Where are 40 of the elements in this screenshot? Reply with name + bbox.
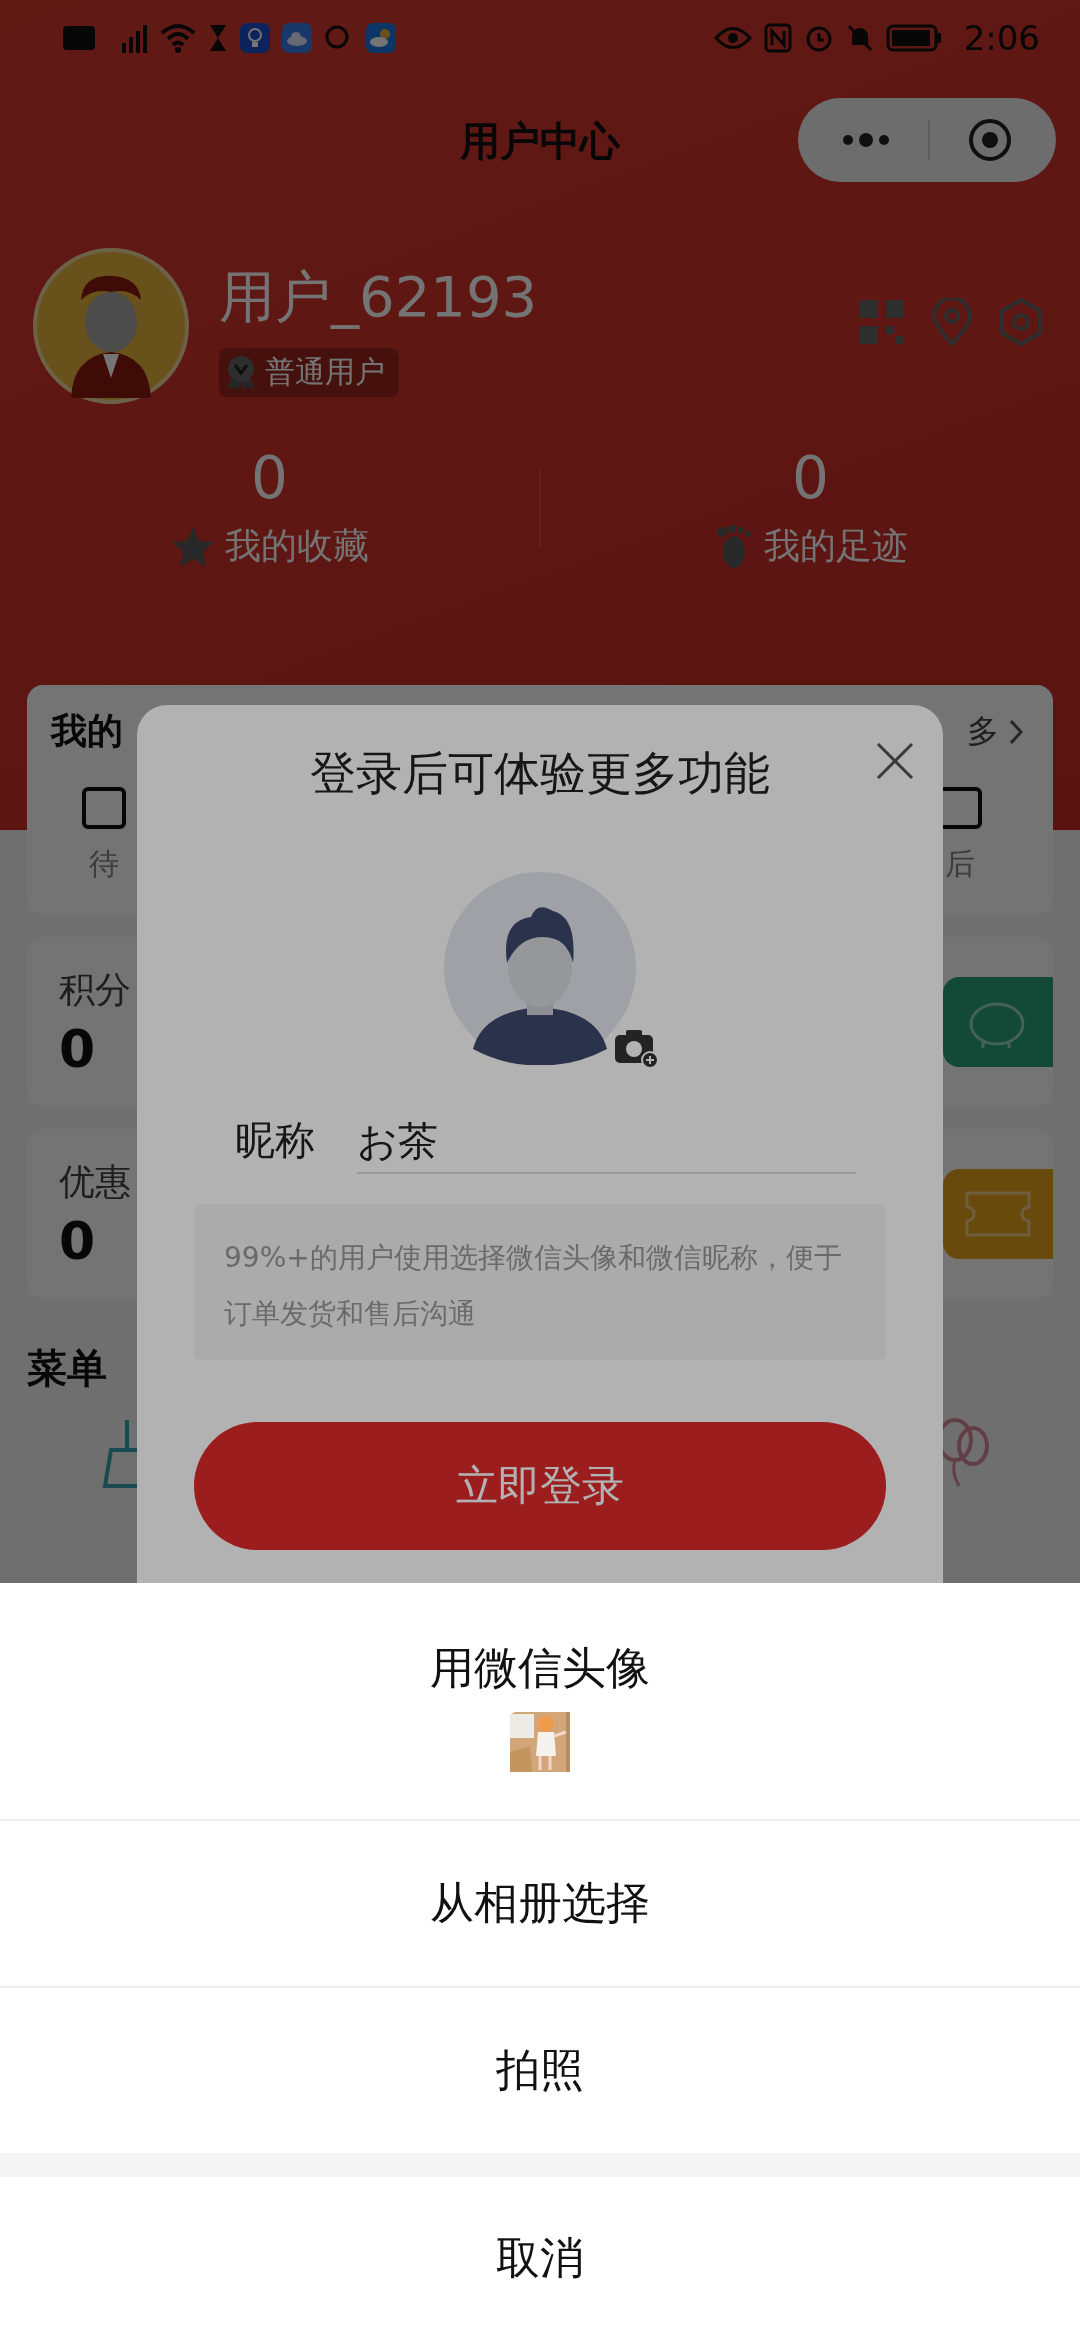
coupon-tile[interactable] [943, 1169, 1053, 1259]
stat-count[interactable]: 0 [251, 444, 288, 512]
wifi-icon [160, 23, 196, 53]
nfc-icon [763, 23, 792, 53]
status-time: 2:06 [963, 18, 1040, 58]
close-target-icon[interactable] [967, 117, 1014, 163]
chevron-right-icon[interactable] [1009, 718, 1023, 745]
section-title: 菜单 [27, 1344, 107, 1393]
nickname-field[interactable]: お茶 [357, 1118, 856, 1174]
more-link[interactable]: 多 [967, 709, 999, 754]
weather-app-icon [366, 23, 396, 53]
medal-icon [225, 354, 257, 391]
stat-count[interactable]: 0 [792, 444, 829, 512]
asset-value: 0 [59, 1018, 97, 1079]
ticket-icon [963, 1189, 1033, 1239]
more-icon[interactable] [840, 133, 891, 147]
dialog-title: 登录后可体验更多功能 [310, 745, 770, 802]
asset-value: 0 [59, 1210, 97, 1271]
hourglass-icon [208, 23, 228, 53]
close-icon[interactable] [875, 741, 915, 781]
page-title: 用户中心 [460, 116, 620, 166]
stat-label[interactable]: 我的足迹 [763, 522, 908, 571]
stat-label[interactable]: 我的收藏 [224, 522, 369, 571]
order-status-icon[interactable] [81, 786, 127, 830]
username: 用户_62193 [219, 263, 539, 331]
default-avatar-drawing[interactable] [443, 871, 637, 1065]
nickname-label: 昵称 [235, 1116, 315, 1165]
avatar-drawing[interactable] [33, 248, 189, 404]
eye-icon [713, 25, 752, 51]
battery-icon [885, 24, 942, 52]
hint-text: 99%+的用户使用选择微信头像和微信昵称，便于订单发货和售后沟通 [224, 1241, 842, 1330]
bulb-app-icon [240, 23, 270, 53]
asset-label: 优惠 [59, 1159, 131, 1204]
badge-label: 普通用户 [265, 353, 385, 391]
login-button[interactable]: 立即登录 [194, 1422, 886, 1550]
mute-bell-icon [845, 23, 874, 53]
cloud-app-icon [282, 23, 312, 53]
camera-icon[interactable] [613, 1027, 659, 1069]
section-title: 我的 [51, 709, 123, 753]
asset-label: 积分 [59, 967, 131, 1012]
